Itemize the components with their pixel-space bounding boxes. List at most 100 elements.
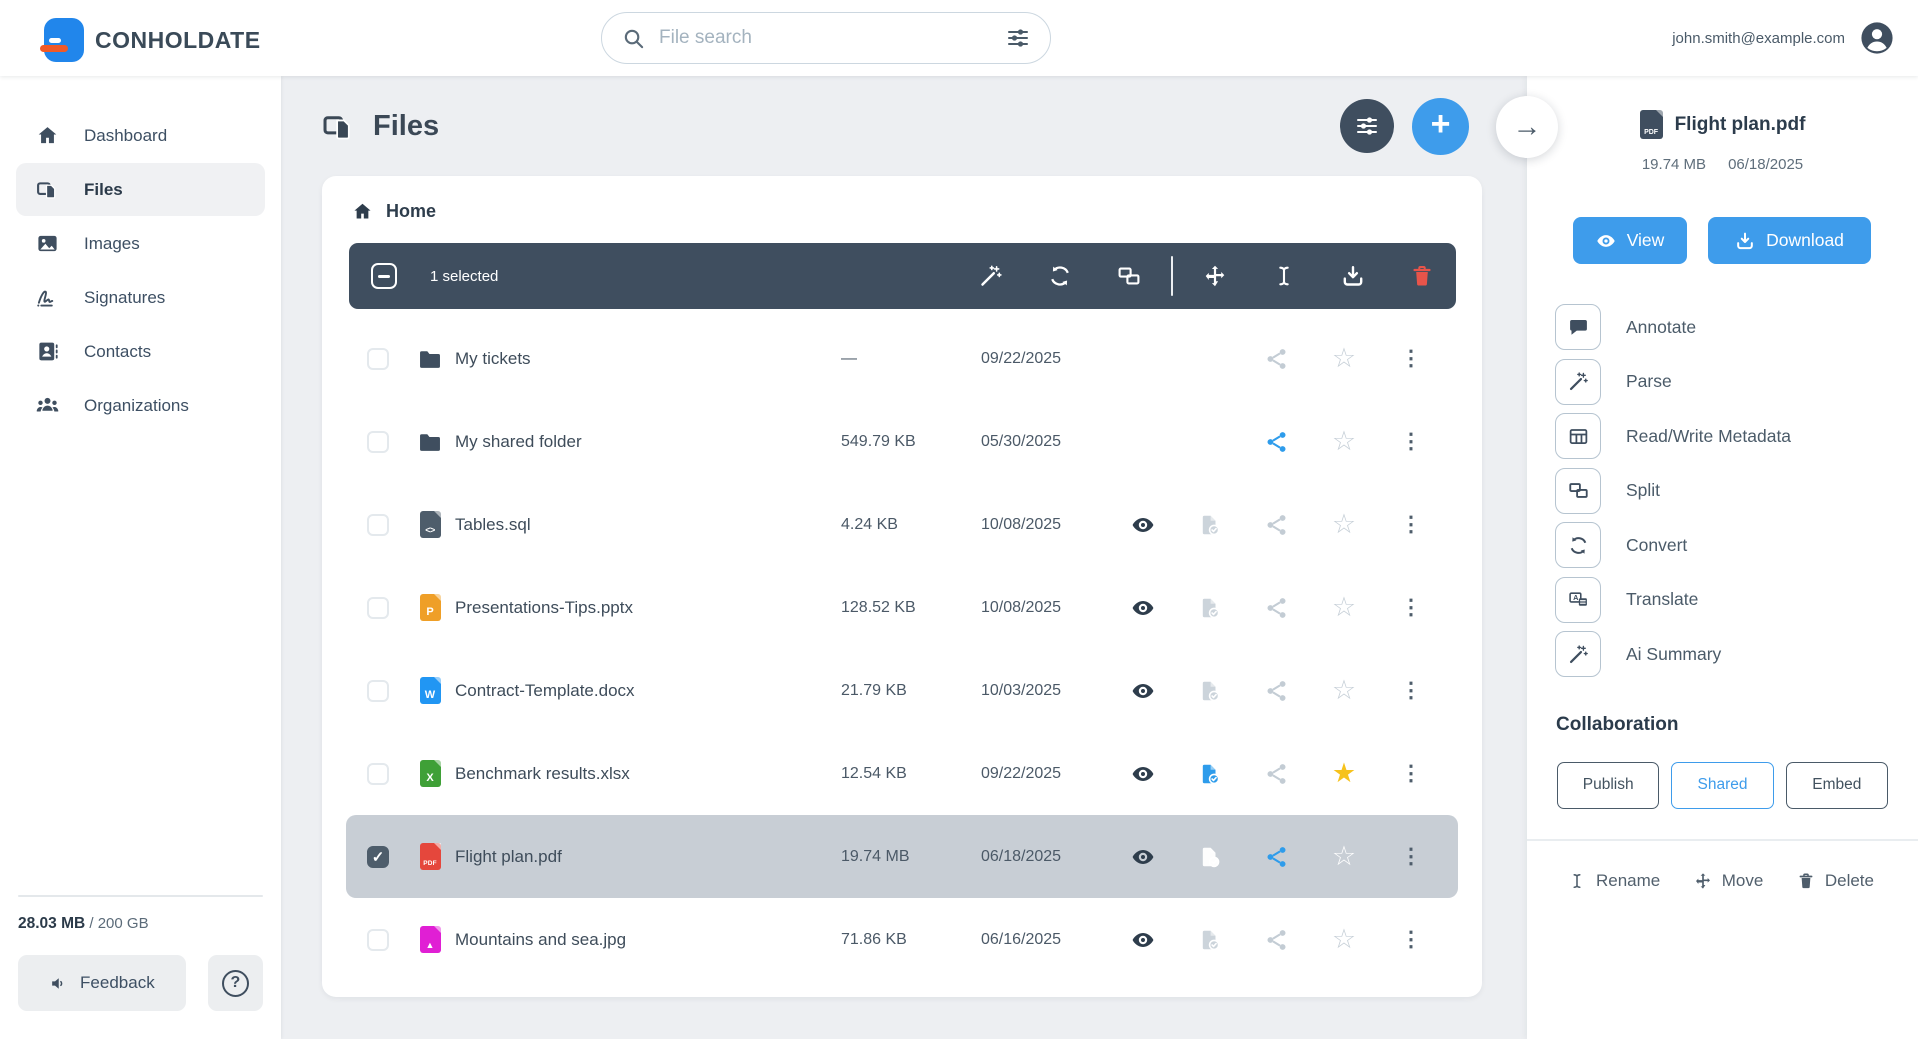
star-icon[interactable]: ★ bbox=[1332, 762, 1356, 786]
row-checkbox[interactable] bbox=[367, 680, 389, 702]
avatar[interactable] bbox=[1860, 21, 1894, 55]
row-checkbox[interactable] bbox=[367, 929, 389, 951]
star-icon[interactable]: ☆ bbox=[1332, 679, 1356, 703]
more-options-icon[interactable]: ⋮ bbox=[1399, 513, 1423, 537]
star-icon[interactable]: ☆ bbox=[1332, 596, 1356, 620]
more-options-icon[interactable]: ⋮ bbox=[1399, 762, 1423, 786]
file-action-item[interactable]: Ai Summary bbox=[1555, 627, 1918, 682]
file-name[interactable]: Benchmark results.xlsx bbox=[455, 764, 841, 784]
search-filter-icon[interactable] bbox=[1006, 26, 1030, 50]
table-row[interactable]: My shared folder 549.79 KB 05/30/2025 ☆ … bbox=[346, 400, 1458, 483]
split-button[interactable] bbox=[1117, 264, 1141, 288]
select-all-checkbox[interactable] bbox=[371, 263, 397, 289]
preview-icon[interactable] bbox=[1131, 845, 1155, 869]
file-process-icon[interactable] bbox=[1198, 513, 1222, 537]
row-checkbox[interactable] bbox=[367, 846, 389, 868]
preview-icon[interactable] bbox=[1131, 762, 1155, 786]
sidebar-item[interactable]: Images bbox=[16, 217, 265, 270]
table-row[interactable]: P Presentations-Tips.pptx 128.52 KB 10/0… bbox=[346, 566, 1458, 649]
collab-button[interactable]: Publish bbox=[1557, 762, 1659, 809]
row-checkbox[interactable] bbox=[367, 348, 389, 370]
preview-icon[interactable] bbox=[1131, 928, 1155, 952]
collab-button[interactable]: Shared bbox=[1671, 762, 1773, 809]
view-button[interactable]: View bbox=[1573, 217, 1687, 264]
file-process-icon[interactable] bbox=[1198, 845, 1222, 869]
footer-action-button[interactable]: Move bbox=[1694, 871, 1764, 891]
star-icon[interactable]: ☆ bbox=[1332, 513, 1356, 537]
file-name[interactable]: My shared folder bbox=[455, 432, 841, 452]
download-button[interactable] bbox=[1341, 264, 1365, 288]
share-icon[interactable] bbox=[1265, 347, 1289, 371]
star-icon[interactable]: ☆ bbox=[1332, 845, 1356, 869]
collab-button[interactable]: Embed bbox=[1786, 762, 1888, 809]
share-icon[interactable] bbox=[1265, 928, 1289, 952]
file-action-item[interactable]: Parse bbox=[1555, 355, 1918, 410]
star-icon[interactable]: ☆ bbox=[1332, 928, 1356, 952]
help-button[interactable]: ? bbox=[208, 955, 263, 1011]
share-icon[interactable] bbox=[1265, 762, 1289, 786]
file-action-item[interactable]: Read/Write Metadata bbox=[1555, 409, 1918, 464]
convert-button[interactable] bbox=[1048, 264, 1072, 288]
file-action-item[interactable]: Annotate bbox=[1555, 300, 1918, 355]
row-checkbox[interactable] bbox=[367, 597, 389, 619]
share-icon[interactable] bbox=[1265, 513, 1289, 537]
file-name[interactable]: Mountains and sea.jpg bbox=[455, 930, 841, 950]
ai-wand-button[interactable] bbox=[979, 264, 1003, 288]
share-icon[interactable] bbox=[1265, 430, 1289, 454]
list-settings-button[interactable] bbox=[1340, 99, 1394, 153]
delete-button[interactable] bbox=[1410, 264, 1434, 288]
star-icon[interactable]: ☆ bbox=[1332, 347, 1356, 371]
sidebar-item[interactable]: Signatures bbox=[16, 271, 265, 324]
preview-icon[interactable] bbox=[1131, 596, 1155, 620]
more-options-icon[interactable]: ⋮ bbox=[1399, 928, 1423, 952]
app-logo[interactable]: CONHOLDATE bbox=[44, 18, 261, 62]
more-options-icon[interactable]: ⋮ bbox=[1399, 347, 1423, 371]
file-name[interactable]: Presentations-Tips.pptx bbox=[455, 598, 841, 618]
file-name[interactable]: Contract-Template.docx bbox=[455, 681, 841, 701]
file-process-icon[interactable] bbox=[1198, 596, 1222, 620]
share-icon[interactable] bbox=[1265, 596, 1289, 620]
more-options-icon[interactable]: ⋮ bbox=[1399, 430, 1423, 454]
breadcrumb[interactable]: Home bbox=[322, 176, 1482, 241]
file-process-icon[interactable] bbox=[1198, 762, 1222, 786]
more-options-icon[interactable]: ⋮ bbox=[1399, 596, 1423, 620]
row-checkbox[interactable] bbox=[367, 431, 389, 453]
row-checkbox[interactable] bbox=[367, 763, 389, 785]
preview-icon[interactable] bbox=[1131, 679, 1155, 703]
sidebar-item[interactable]: Contacts bbox=[16, 325, 265, 378]
footer-action-button[interactable]: Rename bbox=[1568, 871, 1660, 891]
more-options-icon[interactable]: ⋮ bbox=[1399, 845, 1423, 869]
file-action-item[interactable]: Convert bbox=[1555, 518, 1918, 573]
add-button[interactable]: + bbox=[1412, 98, 1469, 155]
file-process-icon[interactable] bbox=[1198, 928, 1222, 952]
share-icon[interactable] bbox=[1265, 845, 1289, 869]
file-name[interactable]: Flight plan.pdf bbox=[455, 847, 841, 867]
file-name[interactable]: Tables.sql bbox=[455, 515, 841, 535]
table-row[interactable]: PDF Flight plan.pdf 19.74 MB 06/18/2025 … bbox=[346, 815, 1458, 898]
table-row[interactable]: ▲ Mountains and sea.jpg 71.86 KB 06/16/2… bbox=[346, 898, 1458, 981]
collapse-panel-button[interactable]: → bbox=[1496, 96, 1558, 158]
table-row[interactable]: W Contract-Template.docx 21.79 KB 10/03/… bbox=[346, 649, 1458, 732]
download-file-button[interactable]: Download bbox=[1708, 217, 1871, 264]
preview-icon[interactable] bbox=[1131, 513, 1155, 537]
star-icon[interactable]: ☆ bbox=[1332, 430, 1356, 454]
file-action-item[interactable]: Split bbox=[1555, 464, 1918, 519]
sidebar-item[interactable]: Files bbox=[16, 163, 265, 216]
footer-action-button[interactable]: Delete bbox=[1797, 871, 1874, 891]
move-button[interactable] bbox=[1203, 264, 1227, 288]
file-process-icon[interactable] bbox=[1198, 679, 1222, 703]
search-bar[interactable] bbox=[601, 12, 1051, 64]
search-input[interactable] bbox=[659, 27, 1006, 49]
sidebar-item[interactable]: Organizations bbox=[16, 379, 265, 432]
table-row[interactable]: X Benchmark results.xlsx 12.54 KB 09/22/… bbox=[346, 732, 1458, 815]
file-action-item[interactable]: Translate bbox=[1555, 573, 1918, 628]
sidebar-item[interactable]: Dashboard bbox=[16, 109, 265, 162]
file-name[interactable]: My tickets bbox=[455, 349, 841, 369]
rename-button[interactable] bbox=[1272, 264, 1296, 288]
table-row[interactable]: My tickets — 09/22/2025 ☆ ⋮ bbox=[346, 317, 1458, 400]
more-options-icon[interactable]: ⋮ bbox=[1399, 679, 1423, 703]
table-row[interactable]: <> Tables.sql 4.24 KB 10/08/2025 ☆ ⋮ bbox=[346, 483, 1458, 566]
feedback-button[interactable]: Feedback bbox=[18, 955, 186, 1011]
share-icon[interactable] bbox=[1265, 679, 1289, 703]
row-checkbox[interactable] bbox=[367, 514, 389, 536]
